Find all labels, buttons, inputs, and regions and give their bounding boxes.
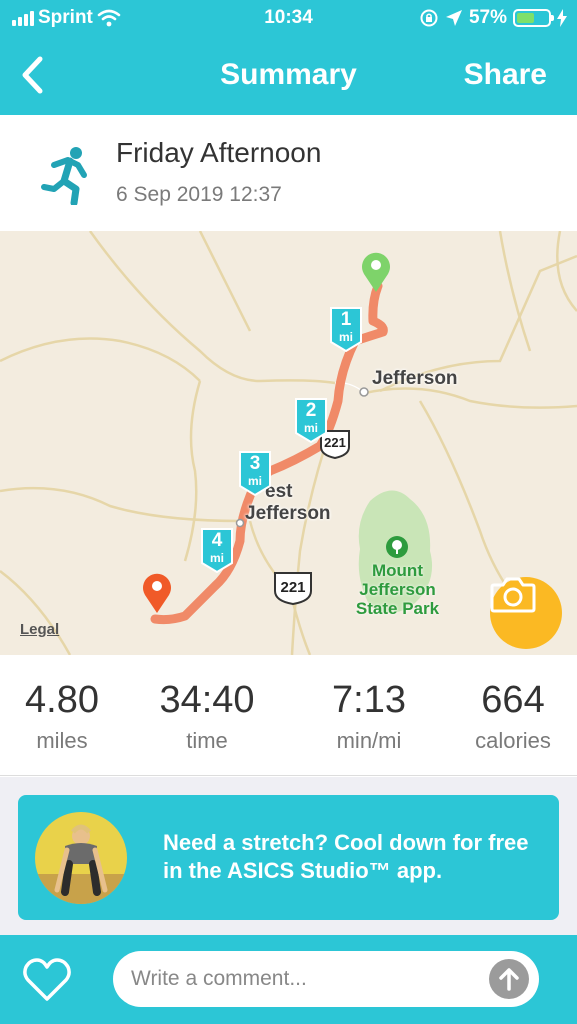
stat-unit: min/mi xyxy=(336,728,402,753)
stat-unit: time xyxy=(186,728,228,753)
camera-button[interactable] xyxy=(490,577,562,649)
mile-marker-number: 4 xyxy=(211,530,223,551)
route-map[interactable]: Jefferson est Jefferson Mount Jefferson … xyxy=(0,231,577,655)
place-label-jefferson: Jefferson xyxy=(372,368,458,389)
mile-marker[interactable]: 3 mi xyxy=(238,450,272,496)
back-button[interactable] xyxy=(10,50,54,100)
stat-value: 7:13 xyxy=(332,679,406,721)
mile-marker[interactable]: 1 mi xyxy=(329,306,363,352)
stat-unit: miles xyxy=(36,728,88,753)
stat-calories: 664 calories xyxy=(443,679,577,754)
stat-value: 4.80 xyxy=(25,679,99,721)
battery-icon xyxy=(513,9,554,27)
mile-marker[interactable]: 4 mi xyxy=(200,527,234,573)
send-button[interactable] xyxy=(489,959,529,999)
end-pin-icon xyxy=(143,573,171,613)
runner-icon xyxy=(41,147,87,205)
activity-date: 6 Sep 2019 12:37 xyxy=(116,183,282,206)
park-label-line2: Jefferson xyxy=(359,580,436,599)
stats-panel: 4.80 miles 34:40 time 7:13 min/mi 664 ca… xyxy=(0,655,577,776)
arrow-up-icon xyxy=(499,968,519,991)
activity-header: Friday Afternoon 6 Sep 2019 12:37 xyxy=(0,115,577,231)
camera-icon xyxy=(490,577,536,613)
stat-value: 34:40 xyxy=(159,679,255,721)
promo-area: Need a stretch? Cool down for free in th… xyxy=(0,777,577,935)
mile-marker-number: 3 xyxy=(249,453,261,474)
heart-icon xyxy=(23,958,71,1001)
mile-marker-unit: mi xyxy=(247,474,262,488)
mile-marker-number: 2 xyxy=(305,400,317,421)
charging-bolt-icon xyxy=(557,9,567,27)
nav-bar: Summary Share xyxy=(0,40,577,112)
chevron-left-icon xyxy=(22,56,43,94)
mile-marker-unit: mi xyxy=(303,421,318,435)
share-button[interactable]: Share xyxy=(464,58,547,92)
mile-marker[interactable]: 2 mi xyxy=(294,397,328,443)
comment-input[interactable] xyxy=(113,951,539,1007)
park-label-line3: State Park xyxy=(355,599,440,618)
comment-bar xyxy=(0,935,577,1024)
top-bar: Sprint 10:34 57% Summary Share xyxy=(0,0,577,115)
asics-studio-promo[interactable]: Need a stretch? Cool down for free in th… xyxy=(18,795,559,920)
legal-link[interactable]: Legal xyxy=(20,621,59,638)
stat-value: 664 xyxy=(481,679,545,721)
activity-title: Friday Afternoon xyxy=(116,137,322,168)
status-bar: Sprint 10:34 57% xyxy=(0,0,577,38)
stat-pace: 7:13 min/mi xyxy=(299,679,439,754)
place-label-west-jefferson-line2: Jefferson xyxy=(245,503,331,524)
highway-shield: 221 xyxy=(272,571,314,605)
promo-image xyxy=(35,812,127,904)
like-button[interactable] xyxy=(22,957,72,1003)
mile-marker-unit: mi xyxy=(338,330,353,344)
battery-percent: 57% xyxy=(468,7,507,28)
mile-marker-number: 1 xyxy=(340,309,352,330)
rotation-lock-icon xyxy=(420,9,438,27)
highway-shield-number: 221 xyxy=(280,579,306,596)
stat-distance: 4.80 miles xyxy=(0,679,132,754)
stat-time: 34:40 time xyxy=(137,679,277,754)
mile-marker-unit: mi xyxy=(209,551,224,565)
park-label-line1: Mount xyxy=(372,561,423,580)
park-label: Mount Jefferson State Park xyxy=(340,561,455,618)
status-right: 57% xyxy=(419,7,567,29)
promo-text: Need a stretch? Cool down for free in th… xyxy=(163,830,529,883)
stat-unit: calories xyxy=(475,728,551,753)
park-tree-icon xyxy=(386,536,408,558)
start-pin-icon xyxy=(362,252,390,292)
location-arrow-icon xyxy=(445,10,462,26)
